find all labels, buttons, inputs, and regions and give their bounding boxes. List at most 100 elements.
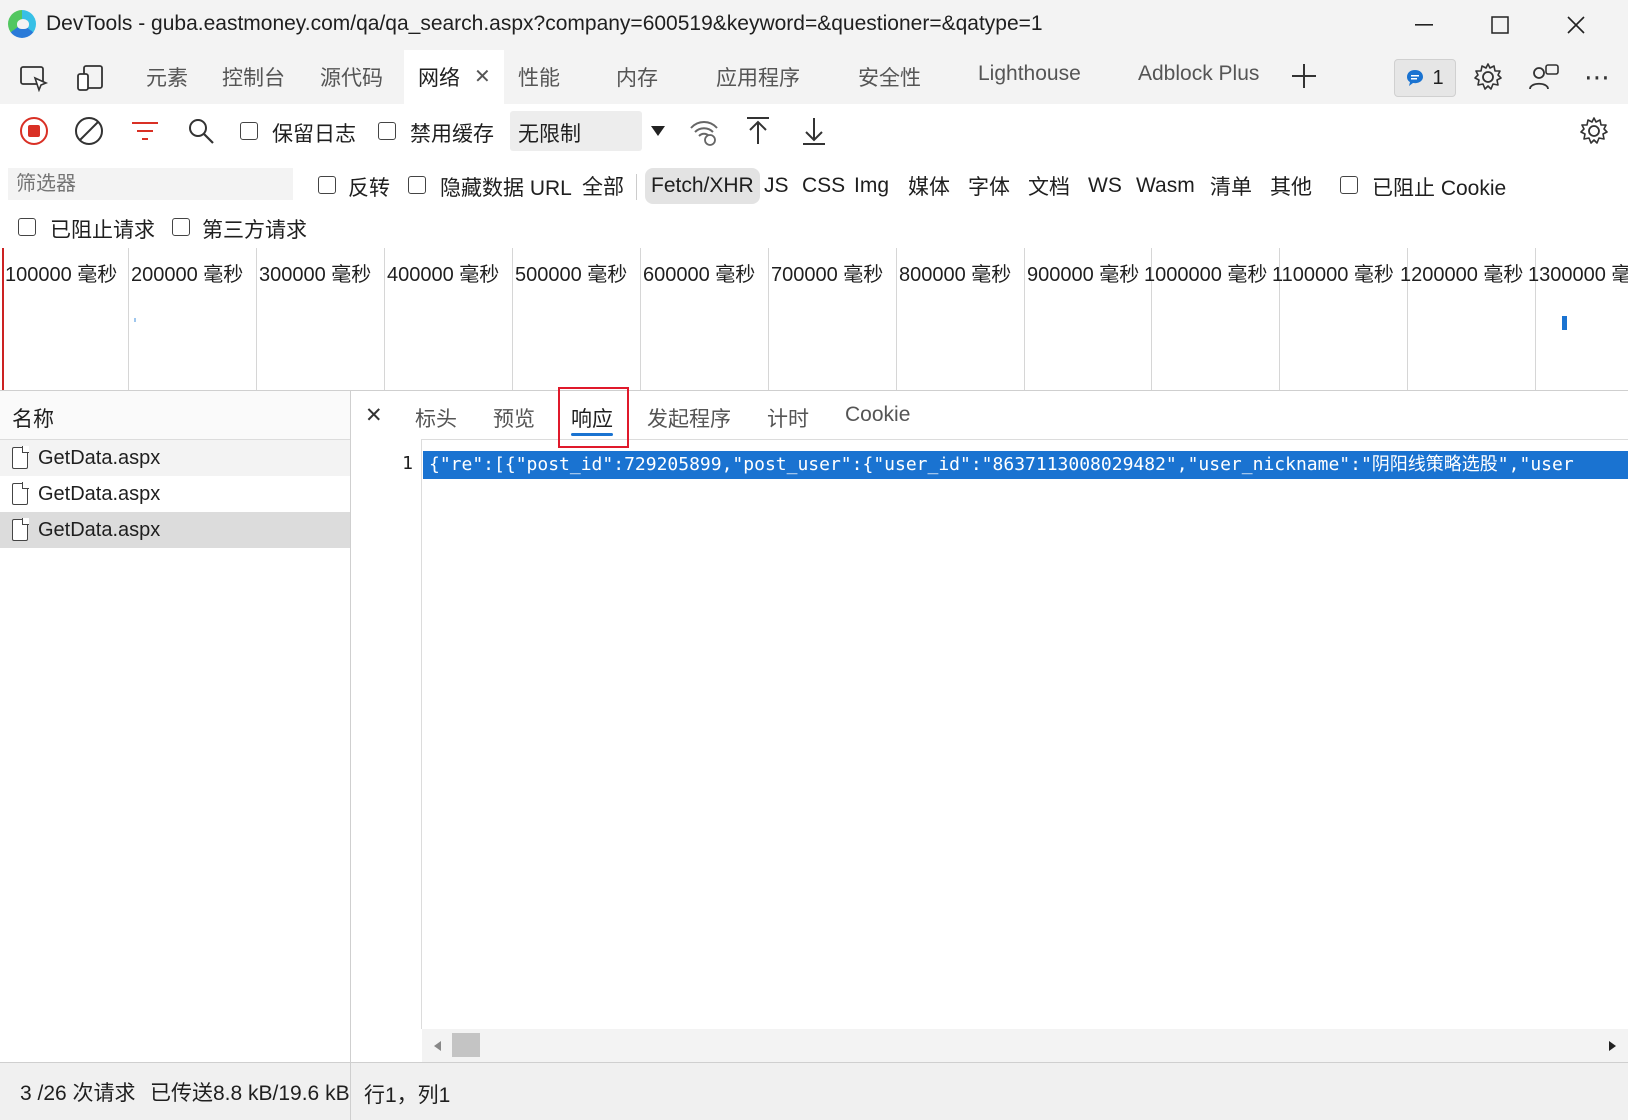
timeline-tick-label: 600000 毫秒 bbox=[643, 264, 756, 286]
device-emulation-icon[interactable] bbox=[72, 60, 108, 96]
chevron-down-icon[interactable] bbox=[640, 113, 676, 149]
tab-console[interactable]: 控制台 bbox=[222, 62, 285, 92]
search-icon[interactable] bbox=[183, 113, 219, 149]
maximize-button[interactable] bbox=[1462, 0, 1538, 50]
type-filter-doc[interactable]: 文档 bbox=[1028, 168, 1070, 204]
timeline-gridline bbox=[896, 248, 897, 390]
timeline-tick-label: 1300000 毫 bbox=[1528, 264, 1628, 286]
tab-memory[interactable]: 内存 bbox=[616, 62, 658, 92]
type-filter-ws[interactable]: WS bbox=[1088, 168, 1122, 204]
timeline-gridline bbox=[384, 248, 385, 390]
disable-cache-checkbox[interactable] bbox=[378, 122, 396, 140]
scrollbar-thumb[interactable] bbox=[452, 1033, 480, 1057]
timeline-gridline bbox=[128, 248, 129, 390]
timeline-gridline bbox=[1024, 248, 1025, 390]
blocked-requests-checkbox[interactable] bbox=[18, 218, 36, 236]
message-icon bbox=[1407, 70, 1424, 86]
stop-recording-icon[interactable] bbox=[16, 113, 52, 149]
request-name: GetData.aspx bbox=[38, 446, 161, 469]
request-row[interactable]: GetData.aspx bbox=[0, 440, 350, 476]
type-filter-font[interactable]: 字体 bbox=[968, 168, 1010, 204]
timeline-gridline bbox=[512, 248, 513, 390]
document-icon bbox=[12, 518, 29, 541]
tab-adblock-plus[interactable]: Adblock Plus bbox=[1138, 62, 1259, 86]
type-filter-media[interactable]: 媒体 bbox=[908, 168, 950, 204]
timeline-tick-label: 800000 毫秒 bbox=[899, 264, 1012, 286]
network-overview-timeline[interactable]: 100000 毫秒 200000 毫秒 300000 毫秒 400000 毫秒 … bbox=[0, 248, 1628, 391]
name-column-header[interactable]: 名称 bbox=[0, 391, 350, 440]
response-tab-highlight bbox=[558, 387, 629, 448]
network-conditions-icon[interactable] bbox=[686, 114, 722, 150]
preserve-log-checkbox[interactable] bbox=[240, 122, 258, 140]
response-code-line[interactable]: {"re":[{"post_id":729205899,"post_user":… bbox=[423, 451, 1628, 479]
throttling-select[interactable]: 无限制 bbox=[510, 111, 642, 151]
request-row[interactable]: GetData.aspx bbox=[0, 476, 350, 512]
tab-cookies[interactable]: Cookie bbox=[845, 403, 910, 427]
document-icon bbox=[12, 446, 29, 469]
hide-data-urls-label: 隐藏数据 URL bbox=[440, 177, 572, 200]
filter-input[interactable] bbox=[8, 168, 293, 200]
tab-network-close-icon[interactable]: ✕ bbox=[474, 64, 491, 89]
timeline-tick-label: 200000 毫秒 bbox=[131, 264, 244, 286]
type-filter-img[interactable]: Img bbox=[854, 168, 889, 204]
settings-gear-icon[interactable] bbox=[1470, 59, 1506, 95]
issues-badge[interactable]: 1 bbox=[1394, 59, 1456, 97]
horizontal-scrollbar[interactable] bbox=[422, 1029, 1628, 1062]
minimize-button[interactable] bbox=[1386, 0, 1462, 50]
add-tab-icon[interactable] bbox=[1286, 58, 1322, 94]
tab-headers[interactable]: 标头 bbox=[415, 403, 457, 433]
scroll-left-icon[interactable] bbox=[432, 1039, 442, 1057]
type-filter-all[interactable]: 全部 bbox=[582, 168, 624, 204]
edge-logo-icon bbox=[8, 10, 36, 38]
request-row-selected[interactable]: GetData.aspx bbox=[0, 512, 350, 548]
blocked-cookies-checkbox[interactable] bbox=[1340, 176, 1358, 194]
transferred-size: 已传送8.8 kB/19.6 kB bbox=[150, 1082, 350, 1105]
tab-preview[interactable]: 预览 bbox=[493, 403, 535, 433]
line-number: 1 bbox=[402, 453, 413, 474]
type-filter-other[interactable]: 其他 bbox=[1270, 168, 1312, 204]
tab-application[interactable]: 应用程序 bbox=[716, 62, 800, 92]
timeline-tick-label: 400000 毫秒 bbox=[387, 264, 500, 286]
more-options-icon[interactable]: ⋯ bbox=[1580, 59, 1616, 95]
scroll-right-icon[interactable] bbox=[1608, 1039, 1618, 1057]
detail-tab-bar: ✕ 标头 预览 响应 发起程序 计时 Cookie bbox=[351, 391, 1628, 440]
type-filter-wasm[interactable]: Wasm bbox=[1136, 168, 1195, 204]
type-filter-fetch-xhr[interactable]: Fetch/XHR bbox=[645, 168, 760, 204]
tab-security[interactable]: 安全性 bbox=[858, 62, 921, 92]
tab-initiator[interactable]: 发起程序 bbox=[647, 403, 731, 433]
disable-cache-label: 禁用缓存 bbox=[410, 123, 494, 146]
type-filter-js[interactable]: JS bbox=[764, 168, 789, 204]
timeline-tick-label: 500000 毫秒 bbox=[515, 264, 628, 286]
type-filter-css[interactable]: CSS bbox=[802, 168, 845, 204]
tab-sources[interactable]: 源代码 bbox=[320, 62, 383, 92]
title-bar: DevTools - guba.eastmoney.com/qa/qa_sear… bbox=[0, 0, 1628, 50]
filter-icon[interactable] bbox=[127, 113, 163, 149]
preserve-log-label: 保留日志 bbox=[272, 123, 356, 146]
tab-network[interactable]: 网络 bbox=[418, 62, 460, 92]
export-har-icon[interactable] bbox=[796, 113, 832, 149]
line-number-gutter: 1 bbox=[351, 439, 422, 1029]
throttling-value: 无限制 bbox=[518, 123, 581, 146]
tab-lighthouse[interactable]: Lighthouse bbox=[978, 62, 1081, 86]
import-har-icon[interactable] bbox=[740, 113, 776, 149]
timeline-gridline bbox=[640, 248, 641, 390]
request-list-pane: 名称 GetData.aspx GetData.aspx GetData.asp… bbox=[0, 391, 351, 1062]
tab-performance[interactable]: 性能 bbox=[518, 62, 560, 92]
close-detail-icon[interactable]: ✕ bbox=[365, 403, 383, 428]
request-name: GetData.aspx bbox=[38, 518, 161, 541]
network-settings-gear-icon[interactable] bbox=[1576, 113, 1612, 149]
clear-icon[interactable] bbox=[71, 113, 107, 149]
invert-checkbox[interactable] bbox=[318, 176, 336, 194]
close-window-button[interactable] bbox=[1538, 0, 1614, 50]
hide-data-urls-checkbox[interactable] bbox=[408, 176, 426, 194]
tab-elements[interactable]: 元素 bbox=[146, 62, 188, 92]
tab-timing[interactable]: 计时 bbox=[767, 403, 809, 433]
third-party-checkbox[interactable] bbox=[172, 218, 190, 236]
inspect-element-icon[interactable] bbox=[16, 60, 52, 96]
feedback-people-icon[interactable] bbox=[1526, 59, 1562, 95]
divider bbox=[350, 1063, 351, 1120]
timeline-start-marker bbox=[2, 248, 4, 390]
timeline-gridline bbox=[768, 248, 769, 390]
type-filter-manifest[interactable]: 清单 bbox=[1210, 168, 1252, 204]
timeline-gridline bbox=[256, 248, 257, 390]
